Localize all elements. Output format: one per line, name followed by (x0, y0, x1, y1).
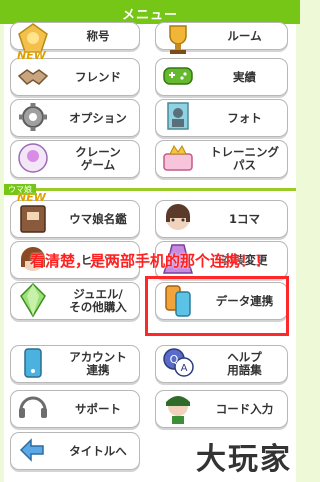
svg-text:A: A (181, 363, 188, 374)
koma-label: 1コマ (228, 211, 260, 226)
book-icon (9, 195, 57, 241)
horsegirl-portrait-icon (154, 195, 202, 241)
achievement-button[interactable]: 実績 (155, 58, 288, 96)
help-glossary-label: ヘルプ 用語集 (227, 350, 262, 377)
friend-label: フレンド (75, 69, 121, 84)
uma-guide-button[interactable]: NEW ウマ娘名鑑 (10, 191, 140, 238)
code-input-label: コード入力 (215, 401, 274, 416)
site-watermark: 大玩家 (196, 442, 292, 477)
phone-link-icon (9, 340, 57, 386)
svg-text:Q: Q (170, 353, 179, 366)
qa-bubble-icon: QA (154, 340, 202, 386)
data-link-highlight-box (145, 276, 289, 336)
title-screen-label: タイトルへ (69, 443, 127, 458)
title-badge-label: 称号 (86, 28, 110, 43)
code-input-button[interactable]: コード入力 (155, 390, 288, 428)
gamepad-icon (154, 53, 202, 99)
account-link-label: アカウント 連携 (69, 350, 127, 377)
handshake-icon (9, 53, 57, 99)
headset-icon (9, 385, 57, 431)
crane-game-label: クレーン ゲーム (75, 145, 121, 172)
title-badge-button[interactable]: 称号 (10, 22, 140, 53)
character-code-icon (154, 385, 202, 431)
title-screen-button[interactable]: タイトルへ (10, 432, 140, 470)
gear-icon (9, 94, 57, 140)
crane-game-button[interactable]: クレーン ゲーム (10, 140, 140, 178)
photo-button[interactable]: フォト (155, 99, 288, 137)
training-pass-label: トレーニング パス (210, 145, 279, 172)
uma-guide-label: ウマ娘名鑑 (69, 211, 127, 226)
jewel-purchase-button[interactable]: ジュエル/ その他購入 (10, 282, 140, 320)
jewel-icon (9, 277, 57, 323)
friend-button[interactable]: NEW フレンド (10, 49, 140, 96)
options-button[interactable]: オプション (10, 99, 140, 137)
jewel-purchase-label: ジュエル/ その他購入 (69, 287, 127, 314)
crown-ticket-icon (154, 135, 202, 181)
achievement-label: 実績 (233, 69, 256, 84)
uma-section-divider (4, 188, 296, 191)
support-button[interactable]: サポート (10, 390, 140, 428)
annotation-text: 看清楚，是两部手机的那个连携！！ (29, 252, 270, 270)
help-glossary-button[interactable]: QA ヘルプ 用語集 (155, 345, 288, 383)
account-link-button[interactable]: アカウント 連携 (10, 345, 140, 383)
options-label: オプション (69, 110, 127, 125)
crane-ball-icon (9, 135, 57, 181)
koma-button[interactable]: 1コマ (155, 200, 288, 238)
back-arrow-icon (9, 427, 57, 473)
room-label: ルーム (227, 28, 262, 43)
training-pass-button[interactable]: トレーニング パス (155, 140, 288, 178)
support-label: サポート (75, 401, 121, 416)
photo-label: フォト (227, 110, 262, 125)
photo-icon (154, 94, 202, 140)
room-button[interactable]: ルーム (155, 22, 288, 54)
